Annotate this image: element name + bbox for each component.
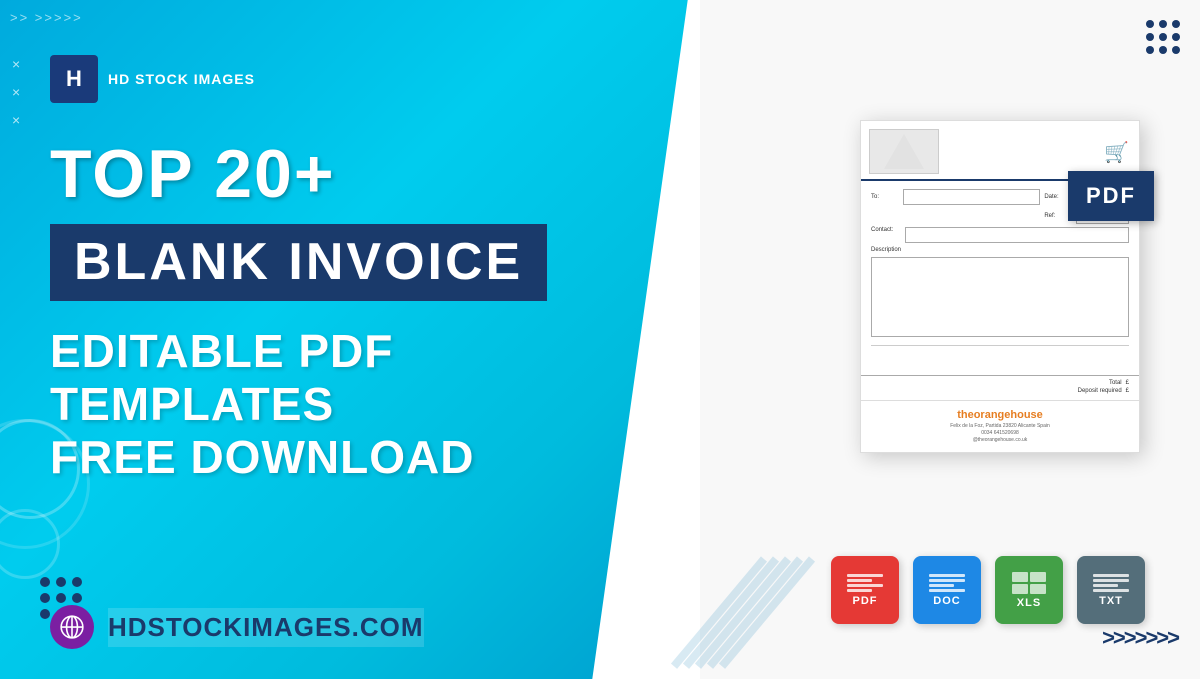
xls-format-icon[interactable]: XLS (995, 556, 1063, 624)
address-line1: Felix de la Foz, Partida 23820 Alicante … (869, 423, 1131, 430)
to-label: To: (871, 194, 901, 200)
brand-name: HD STOCK IMAGES (108, 71, 255, 87)
txt-line-4 (1093, 589, 1129, 592)
pdf-format-icon[interactable]: PDF (831, 556, 899, 624)
xls-cell-1 (1012, 572, 1028, 582)
contact-field (905, 227, 1129, 243)
subtitle-line1: EDITABLE PDF TEMPLATES (50, 325, 630, 431)
website-bar: HDSTOCKIMAGES.COM (50, 605, 424, 649)
invoice-totals: Total £ Deposit required £ (861, 375, 1139, 400)
doc-label: DOC (933, 595, 960, 607)
xls-cell-3 (1012, 584, 1028, 594)
invoice-preview: PDF 🛒 To: Date: (860, 120, 1140, 453)
to-field (903, 189, 1040, 205)
blank-invoice-text: BLANK INVOICE (74, 234, 523, 291)
decorative-dots-top-right (1146, 20, 1180, 54)
company-name: theorangehouse (869, 409, 1131, 421)
company-name-end: house (1010, 409, 1042, 421)
doc-line-4 (929, 589, 965, 592)
arrows-bottom-right: >>>>>>> (1102, 625, 1178, 651)
invoice-description-section: Description (871, 247, 1129, 337)
pdf-format-wrapper[interactable]: PDF (831, 556, 899, 624)
contact-label: Contact: (871, 227, 901, 243)
logo-letter: H (66, 66, 82, 92)
pdf-line-2 (847, 579, 872, 582)
globe-svg (59, 614, 85, 640)
pdf-label: PDF (853, 595, 878, 607)
txt-line-1 (1093, 574, 1129, 577)
doc-format-icon[interactable]: DOC (913, 556, 981, 624)
txt-format-wrapper[interactable]: TXT (1077, 556, 1145, 624)
website-url[interactable]: HDSTOCKIMAGES.COM (108, 608, 424, 647)
deposit-currency: £ (1126, 388, 1129, 394)
main-content-left: TOP 20+ BLANK INVOICE EDITABLE PDF TEMPL… (50, 140, 630, 484)
globe-icon (50, 605, 94, 649)
total-label: Total (1109, 380, 1122, 386)
decorative-x-marks: × × × (12, 50, 20, 134)
invoice-footer: theorangehouse Felix de la Foz, Partida … (861, 400, 1139, 452)
invoice-logo-area (869, 129, 939, 174)
total-row: Total £ (871, 380, 1129, 386)
xls-format-wrapper[interactable]: XLS (995, 556, 1063, 624)
logo-container: H HD STOCK IMAGES (50, 55, 255, 103)
deposit-label: Deposit required (1078, 388, 1122, 394)
txt-lines (1093, 574, 1129, 592)
description-field (871, 257, 1129, 337)
xls-grid (1012, 572, 1046, 594)
company-address: Felix de la Foz, Partida 23820 Alicante … (869, 423, 1131, 444)
invoice-company-icon: 🛒 (1104, 140, 1129, 165)
logo-box: H (50, 55, 98, 103)
invoice-table-spacer (871, 345, 1129, 375)
decorative-arrows-top-left: >> >>>>> (10, 10, 83, 27)
pdf-line-3 (847, 584, 883, 587)
description-label: Description (871, 247, 1129, 253)
doc-line-1 (929, 574, 965, 577)
address-line3: @theorangehouse.co.uk (869, 437, 1131, 444)
format-icons-container: PDF DOC XLS (831, 556, 1145, 624)
invoice-paper: PDF 🛒 To: Date: (860, 120, 1140, 453)
doc-lines (929, 574, 965, 592)
doc-line-3 (929, 584, 954, 587)
xls-cell-4 (1030, 584, 1046, 594)
total-currency: £ (1126, 380, 1129, 386)
txt-line-2 (1093, 579, 1129, 582)
txt-format-icon[interactable]: TXT (1077, 556, 1145, 624)
blank-invoice-box: BLANK INVOICE (50, 224, 547, 301)
invoice-contact-row: Contact: (871, 227, 1129, 243)
pdf-line-1 (847, 574, 883, 577)
company-name-plain: the (957, 409, 974, 421)
subtitle-line2: FREE DOWNLOAD (50, 431, 630, 484)
doc-line-2 (929, 579, 965, 582)
txt-label: TXT (1099, 595, 1123, 607)
top-20-heading: TOP 20+ (50, 140, 630, 208)
deposit-row: Deposit required £ (871, 388, 1129, 394)
xls-cell-2 (1030, 572, 1046, 582)
subtitle: EDITABLE PDF TEMPLATES FREE DOWNLOAD (50, 325, 630, 484)
txt-line-3 (1093, 584, 1118, 587)
pdf-line-4 (847, 589, 872, 592)
address-line2: 0034 641520698 (869, 430, 1131, 437)
company-name-orange: orange (974, 409, 1011, 421)
xls-label: XLS (1017, 597, 1041, 609)
doc-format-wrapper[interactable]: DOC (913, 556, 981, 624)
pdf-lines (847, 574, 883, 592)
pdf-badge: PDF (1068, 171, 1154, 221)
